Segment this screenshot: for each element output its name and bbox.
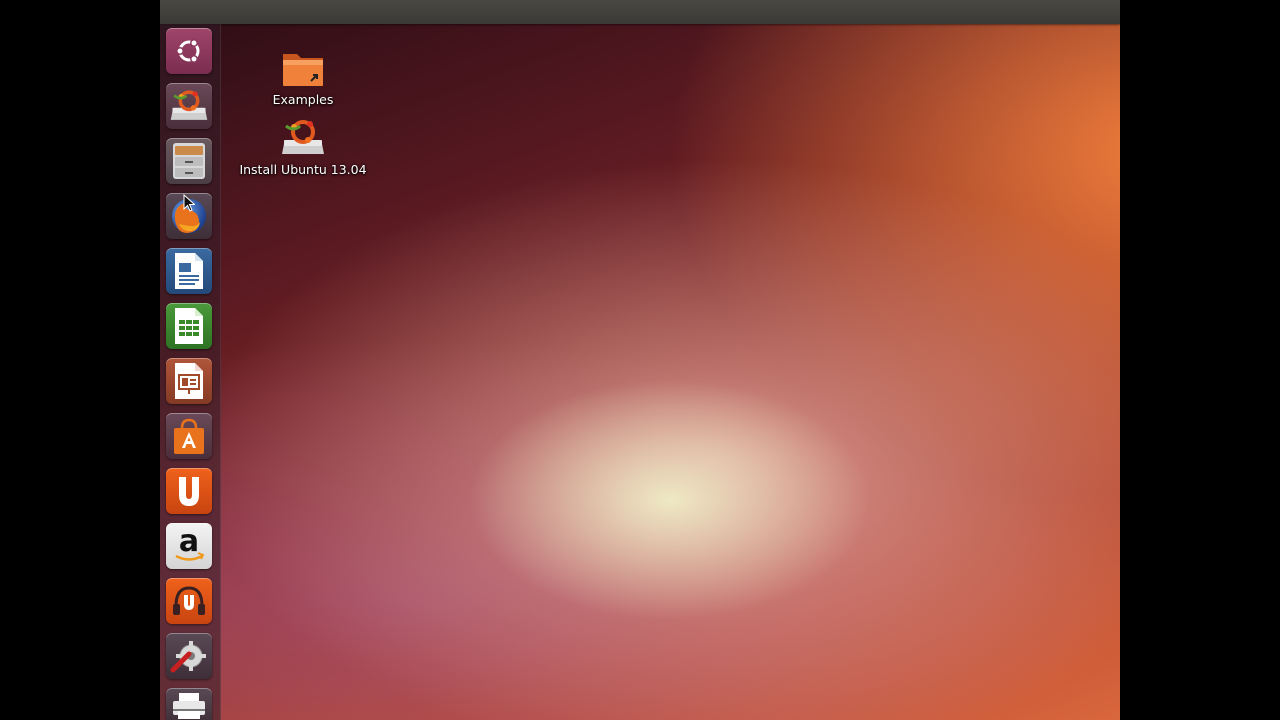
ubuntu-logo-icon <box>176 39 200 63</box>
settings-wrench-icon <box>170 641 206 673</box>
desktop-icon-examples[interactable]: Examples <box>270 48 336 107</box>
launcher-item-impress[interactable] <box>166 358 212 404</box>
launcher-item-files[interactable] <box>166 138 212 184</box>
launcher-item-ubuntu-one[interactable] <box>166 468 212 514</box>
desktop-icon-install-ubuntu[interactable]: Install Ubuntu 13.04 <box>238 118 368 177</box>
top-panel[interactable] <box>160 0 1120 24</box>
spreadsheet-icon <box>175 308 203 344</box>
folder-link-icon <box>283 54 323 86</box>
launcher-item-printer[interactable] <box>166 688 212 720</box>
ubuntu-one-icon <box>179 477 199 506</box>
launcher-item-writer[interactable] <box>166 248 212 294</box>
launcher-item-dash[interactable] <box>166 28 212 74</box>
ubuntu-desktop[interactable]: Examples Install Ubuntu 13.04 a <box>160 0 1120 720</box>
launcher-item-installer[interactable] <box>166 83 212 129</box>
headphones-icon <box>173 586 205 615</box>
desktop-icon-label: Examples <box>272 92 334 107</box>
launcher: a <box>160 24 221 720</box>
launcher-item-software-center[interactable] <box>166 413 212 459</box>
installer-icon <box>170 90 208 120</box>
printer-icon <box>173 693 205 719</box>
presentation-icon <box>175 363 203 399</box>
mouse-cursor-icon <box>183 194 195 212</box>
desktop-icon-label: Install Ubuntu 13.04 <box>239 162 367 177</box>
file-cabinet-icon <box>173 143 205 179</box>
writer-document-icon <box>175 253 203 289</box>
amazon-icon <box>175 552 205 561</box>
shopping-bag-icon <box>174 418 204 454</box>
launcher-item-amazon[interactable]: a <box>166 523 212 569</box>
launcher-item-ubuntu-one-music[interactable] <box>166 578 212 624</box>
installer-icon <box>282 120 324 154</box>
launcher-item-calc[interactable] <box>166 303 212 349</box>
launcher-item-system-settings[interactable] <box>166 633 212 679</box>
